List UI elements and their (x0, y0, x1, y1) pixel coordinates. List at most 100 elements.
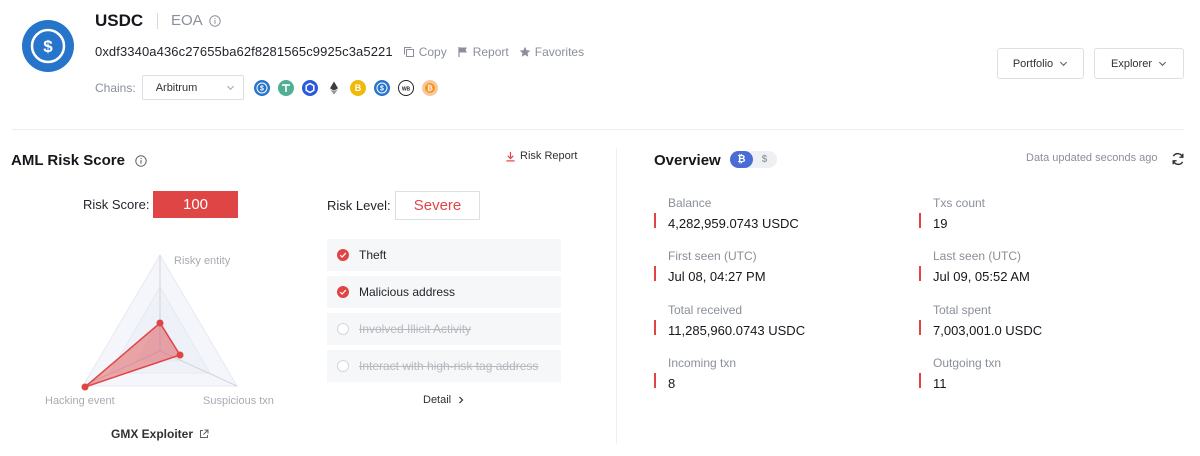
risk-item-high-risk-tag: Interact with high-risk tag address (327, 350, 561, 382)
empty-circle-icon (337, 323, 349, 335)
stat-marker (654, 213, 656, 228)
portfolio-label: Portfolio (1012, 57, 1054, 70)
stat-value: 4,282,959.0743 USDC (668, 216, 799, 231)
risk-item-theft: Theft (327, 239, 561, 271)
aml-section-title: AML Risk Score (11, 152, 147, 169)
risk-item-malicious-address: Malicious address (327, 276, 561, 308)
usdc-logo-icon: $ (22, 20, 74, 72)
risk-radar-chart (81, 254, 238, 391)
copy-label: Copy (418, 44, 447, 59)
stat-value: 11,285,960.0743 USDC (668, 323, 806, 338)
chains-row: Chains: Arbitrum $ B $ WB ₿ (95, 75, 438, 100)
bitcoin-icon[interactable]: ₿ (421, 79, 438, 96)
wallet-address: 0xdf3340a436c27655ba62f8281565c9925c3a52… (95, 44, 393, 59)
entity-link[interactable]: GMX Exploiter (111, 427, 209, 441)
star-icon (519, 46, 531, 57)
stat-total-spent: Total spent 7,003,001.0 USDC (919, 303, 1042, 338)
ethereum-icon[interactable] (325, 79, 342, 96)
info-icon[interactable] (135, 154, 147, 167)
detail-label: Detail (423, 394, 452, 406)
risk-item-label: Theft (359, 248, 387, 262)
column-divider (616, 148, 617, 444)
stat-last-seen: Last seen (UTC) Jul 09, 05:52 AM (919, 249, 1030, 284)
title-divider (157, 13, 158, 29)
portfolio-button[interactable]: Portfolio (997, 48, 1084, 79)
radar-label-suspicious-txn: Suspicious txn (203, 395, 274, 407)
stat-balance: Balance 4,282,959.0743 USDC (654, 196, 799, 231)
chain-select[interactable]: Arbitrum (141, 75, 244, 100)
explorer-button[interactable]: Explorer (1094, 48, 1184, 79)
risk-report-button[interactable]: Risk Report (505, 150, 577, 162)
account-type: EOA (171, 12, 221, 29)
stat-first-seen: First seen (UTC) Jul 08, 04:27 PM (654, 249, 766, 284)
currency-toggle[interactable]: ₿ $ (730, 151, 777, 168)
stat-label: Incoming txn (668, 356, 737, 370)
entity-name: GMX Exploiter (111, 427, 194, 441)
chevron-down-icon (1158, 61, 1167, 67)
stat-value: 11 (933, 376, 947, 391)
usdc-icon[interactable]: $ (253, 79, 270, 96)
favorites-label: Favorites (534, 44, 585, 59)
bnb-icon[interactable]: B (349, 79, 366, 96)
chevron-right-icon (459, 396, 464, 404)
svg-text:$: $ (43, 37, 53, 56)
stat-label: Txs count (933, 196, 986, 210)
download-icon (506, 151, 515, 161)
stat-label: Balance (668, 196, 712, 210)
favorites-button[interactable]: Favorites (519, 45, 584, 59)
chainlink-icon[interactable] (301, 79, 318, 96)
info-icon[interactable] (208, 14, 221, 27)
risk-score-value: 100 (153, 191, 238, 218)
stat-marker (654, 266, 656, 281)
stat-value: Jul 08, 04:27 PM (668, 269, 766, 284)
svg-text:B: B (354, 83, 361, 93)
stat-label: Total received (668, 303, 743, 317)
chevron-down-icon (226, 85, 234, 91)
overview-title: Overview (654, 152, 721, 169)
copy-button[interactable]: Copy (403, 45, 447, 59)
stat-value: 8 (668, 376, 676, 391)
chevron-down-icon (1060, 61, 1068, 67)
risk-score-label: Risk Score: (83, 197, 150, 212)
stat-marker (919, 373, 921, 388)
check-icon (337, 286, 349, 298)
check-icon (337, 249, 349, 261)
chain-select-value: Arbitrum (155, 81, 198, 94)
stat-marker (654, 320, 656, 335)
stat-incoming-txn: Incoming txn 8 (654, 356, 736, 391)
wbtc-icon[interactable]: WB (397, 79, 414, 96)
chain-icon-list: $ B $ WB ₿ (253, 79, 438, 96)
refresh-icon[interactable] (1171, 152, 1185, 166)
tether-icon[interactable] (277, 79, 294, 96)
external-link-icon (200, 429, 209, 438)
svg-text:₿: ₿ (427, 84, 433, 92)
stat-marker (919, 213, 921, 228)
radar-label-risky-entity: Risky entity (174, 255, 231, 267)
stat-marker (654, 373, 656, 388)
btc-toggle-option[interactable]: ₿ (730, 151, 753, 168)
svg-text:$: $ (260, 85, 264, 92)
report-button[interactable]: Report (457, 45, 509, 59)
detail-link[interactable]: Detail (423, 394, 465, 406)
usdc-alt-icon[interactable]: $ (373, 79, 390, 96)
address-row: 0xdf3340a436c27655ba62f8281565c9925c3a52… (95, 44, 584, 59)
data-updated-text: Data updated seconds ago (1026, 152, 1158, 164)
stat-label: Last seen (UTC) (933, 249, 1022, 263)
empty-circle-icon (337, 360, 349, 372)
stat-label: Outgoing txn (933, 356, 1002, 370)
stat-marker (919, 266, 921, 281)
copy-icon (403, 46, 414, 57)
risk-level-value: Severe (395, 191, 480, 220)
risk-item-label: Involved Illicit Activity (359, 322, 472, 336)
chains-label: Chains: (95, 80, 136, 95)
risk-level-label: Risk Level: (327, 198, 391, 213)
stat-value: 7,003,001.0 USDC (933, 323, 1043, 338)
stat-total-received: Total received 11,285,960.0743 USDC (654, 303, 805, 338)
radar-label-hacking-event: Hacking event (45, 395, 115, 407)
svg-text:WB: WB (402, 86, 411, 92)
usd-toggle-option[interactable]: $ (753, 151, 776, 168)
risk-report-label: Risk Report (520, 150, 578, 162)
stat-value: Jul 09, 05:52 AM (933, 269, 1030, 284)
stat-txs-count: Txs count 19 (919, 196, 985, 231)
flag-icon (458, 46, 467, 57)
